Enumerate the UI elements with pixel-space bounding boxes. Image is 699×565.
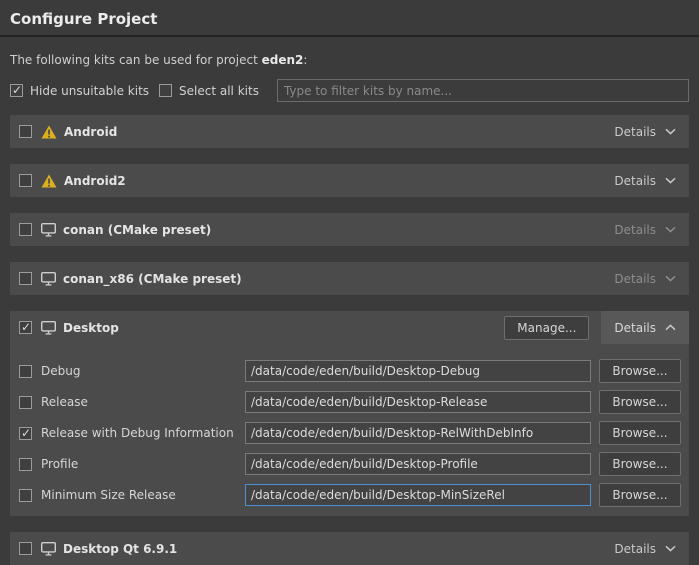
kit-checkbox[interactable] bbox=[19, 321, 32, 334]
build-path-input[interactable] bbox=[245, 453, 591, 475]
config-row-release: Release Browse... bbox=[10, 391, 689, 413]
manage-button[interactable]: Manage... bbox=[504, 316, 589, 340]
details-toggle[interactable]: Details bbox=[601, 115, 689, 148]
kit-filter-input[interactable] bbox=[277, 79, 689, 102]
config-row-minsizerel: Minimum Size Release Browse... bbox=[10, 484, 689, 506]
details-label: Details bbox=[614, 542, 656, 556]
config-checkbox[interactable] bbox=[19, 396, 32, 409]
chevron-down-icon bbox=[665, 128, 676, 135]
details-toggle[interactable]: Details bbox=[601, 262, 689, 295]
kit-card-desktop-qt: Desktop Qt 6.9.1 Details bbox=[10, 532, 689, 565]
kits-description-suffix: : bbox=[303, 53, 307, 67]
desktop-icon bbox=[41, 542, 56, 556]
build-path-input[interactable] bbox=[245, 422, 591, 444]
details-toggle[interactable]: Details bbox=[601, 213, 689, 246]
details-label: Details bbox=[614, 223, 656, 237]
config-label: Release bbox=[41, 395, 88, 409]
kit-name: Desktop Qt 6.9.1 bbox=[63, 542, 177, 556]
config-label: Minimum Size Release bbox=[41, 488, 176, 502]
kit-header[interactable]: Desktop Qt 6.9.1 Details bbox=[10, 532, 689, 565]
details-toggle[interactable]: Details bbox=[601, 532, 689, 565]
project-name: eden2 bbox=[262, 53, 304, 67]
kit-header[interactable]: conan (CMake preset) Details bbox=[10, 213, 689, 246]
chevron-down-icon bbox=[665, 226, 676, 233]
config-checkbox[interactable] bbox=[19, 365, 32, 378]
kit-header[interactable]: Android2 Details bbox=[10, 164, 689, 197]
page-title: Configure Project bbox=[0, 0, 699, 28]
browse-button[interactable]: Browse... bbox=[599, 452, 681, 476]
browse-button[interactable]: Browse... bbox=[599, 421, 681, 445]
config-row-relwithdebinfo: Release with Debug Information Browse... bbox=[10, 422, 689, 444]
config-left: Debug bbox=[19, 364, 245, 378]
desktop-icon bbox=[41, 321, 56, 335]
kit-name: Android2 bbox=[64, 174, 126, 188]
chevron-up-icon bbox=[665, 324, 676, 331]
kit-header[interactable]: Android Details bbox=[10, 115, 689, 148]
config-row-profile: Profile Browse... bbox=[10, 453, 689, 475]
kit-name: Android bbox=[64, 125, 117, 139]
kits-description-prefix: The following kits can be used for proje… bbox=[10, 53, 262, 67]
hide-unsuitable-kits-label: Hide unsuitable kits bbox=[30, 84, 149, 98]
kit-card-desktop: Desktop Manage... Details Debug Browse..… bbox=[10, 311, 689, 516]
details-label: Details bbox=[614, 272, 656, 286]
details-toggle[interactable]: Details bbox=[601, 164, 689, 197]
browse-button[interactable]: Browse... bbox=[599, 390, 681, 414]
build-path-input[interactable] bbox=[245, 360, 591, 382]
warning-icon bbox=[41, 174, 57, 188]
details-toggle[interactable]: Details bbox=[601, 311, 689, 344]
kit-card-android2: Android2 Details bbox=[10, 164, 689, 197]
hide-unsuitable-kits-checkbox-group[interactable]: Hide unsuitable kits bbox=[10, 84, 149, 98]
kit-card-conan: conan (CMake preset) Details bbox=[10, 213, 689, 246]
kit-name: Desktop bbox=[63, 321, 119, 335]
build-path-input[interactable] bbox=[245, 484, 591, 506]
kit-checkbox[interactable] bbox=[19, 542, 32, 555]
kit-header[interactable]: Desktop Manage... Details bbox=[10, 311, 689, 344]
kit-card-android: Android Details bbox=[10, 115, 689, 148]
config-checkbox[interactable] bbox=[19, 458, 32, 471]
details-label: Details bbox=[614, 321, 656, 335]
warning-icon bbox=[41, 125, 57, 139]
kit-checkbox[interactable] bbox=[19, 272, 32, 285]
config-left: Minimum Size Release bbox=[19, 488, 245, 502]
config-checkbox[interactable] bbox=[19, 489, 32, 502]
kit-name: conan (CMake preset) bbox=[63, 223, 211, 237]
config-left: Profile bbox=[19, 457, 245, 471]
desktop-icon bbox=[41, 223, 56, 237]
desktop-details-panel: Debug Browse... Release Browse... Releas… bbox=[10, 344, 689, 516]
browse-button[interactable]: Browse... bbox=[599, 359, 681, 383]
chevron-down-icon bbox=[665, 177, 676, 184]
config-left: Release bbox=[19, 395, 245, 409]
kit-checkbox[interactable] bbox=[19, 125, 32, 138]
config-label: Profile bbox=[41, 457, 78, 471]
details-label: Details bbox=[614, 174, 656, 188]
kit-checkbox[interactable] bbox=[19, 223, 32, 236]
kit-checkbox[interactable] bbox=[19, 174, 32, 187]
desktop-icon bbox=[41, 272, 56, 286]
configure-project-page: Configure Project The following kits can… bbox=[0, 0, 699, 562]
config-left: Release with Debug Information bbox=[19, 426, 245, 440]
kits-description: The following kits can be used for proje… bbox=[0, 37, 699, 67]
select-all-kits-checkbox[interactable] bbox=[159, 84, 172, 97]
config-checkbox[interactable] bbox=[19, 427, 32, 440]
select-all-kits-label: Select all kits bbox=[179, 84, 259, 98]
select-all-kits-checkbox-group[interactable]: Select all kits bbox=[159, 84, 259, 98]
config-label: Debug bbox=[41, 364, 80, 378]
kit-name: conan_x86 (CMake preset) bbox=[63, 272, 242, 286]
chevron-down-icon bbox=[665, 545, 676, 552]
config-row-debug: Debug Browse... bbox=[10, 360, 689, 382]
details-label: Details bbox=[614, 125, 656, 139]
kit-header[interactable]: conan_x86 (CMake preset) Details bbox=[10, 262, 689, 295]
config-label: Release with Debug Information bbox=[41, 426, 234, 440]
build-path-input[interactable] bbox=[245, 391, 591, 413]
hide-unsuitable-kits-checkbox[interactable] bbox=[10, 84, 23, 97]
filter-row: Hide unsuitable kits Select all kits bbox=[0, 67, 699, 102]
chevron-down-icon bbox=[665, 275, 676, 282]
kit-card-conan-x86: conan_x86 (CMake preset) Details bbox=[10, 262, 689, 295]
browse-button[interactable]: Browse... bbox=[599, 483, 681, 507]
